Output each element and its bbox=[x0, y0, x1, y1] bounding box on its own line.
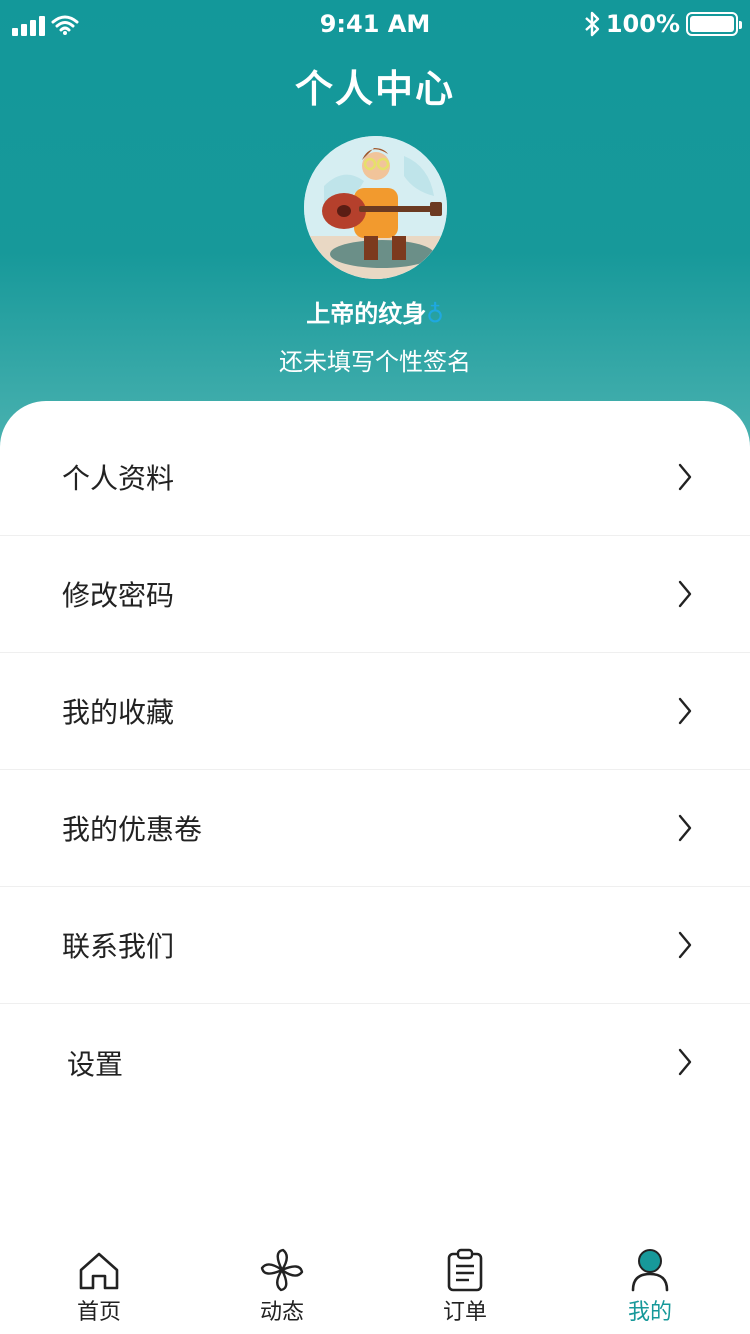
menu-item-coupons[interactable]: 我的优惠卷 bbox=[0, 770, 750, 887]
tab-orders[interactable]: 订单 bbox=[405, 1240, 525, 1326]
battery-percent: 100% bbox=[605, 10, 680, 38]
menu-item-label: 修改密码 bbox=[62, 579, 175, 612]
tab-label: 我的 bbox=[627, 1300, 672, 1325]
chevron-right-icon bbox=[678, 463, 692, 491]
menu-item-favorites[interactable]: 我的收藏 bbox=[0, 653, 750, 770]
menu-item-contact-us[interactable]: 联系我们 bbox=[0, 887, 750, 1004]
chevron-right-icon bbox=[678, 931, 692, 959]
profile-header: 9:41 AM 100% 个人中心 上帝的纹身♁ 还未填写个性签名 bbox=[0, 0, 750, 460]
menu-list: 个人资料 修改密码 我的收藏 我的优惠卷 联系我们 设置 bbox=[0, 419, 750, 1121]
username: 上帝的纹身♁ bbox=[0, 294, 750, 329]
chevron-right-icon bbox=[678, 814, 692, 842]
pinwheel-icon bbox=[260, 1248, 304, 1292]
menu-item-profile[interactable]: 个人资料 bbox=[0, 419, 750, 536]
menu-item-label: 联系我们 bbox=[62, 930, 175, 963]
avatar-illustration bbox=[304, 136, 447, 279]
chevron-right-icon bbox=[678, 1048, 692, 1076]
bluetooth-icon bbox=[585, 11, 600, 37]
page-title: 个人中心 bbox=[294, 67, 455, 111]
home-icon bbox=[79, 1252, 119, 1290]
menu-item-change-password[interactable]: 修改密码 bbox=[0, 536, 750, 653]
menu-item-label: 设置 bbox=[67, 1047, 124, 1081]
tab-label: 订单 bbox=[442, 1300, 487, 1325]
tab-home[interactable]: 首页 bbox=[39, 1240, 159, 1326]
avatar[interactable] bbox=[304, 136, 447, 279]
menu-item-settings[interactable]: 设置 bbox=[0, 1004, 750, 1121]
tab-feed[interactable]: 动态 bbox=[222, 1240, 342, 1326]
user-icon bbox=[631, 1249, 669, 1292]
chevron-right-icon bbox=[678, 580, 692, 608]
menu-item-label: 我的优惠卷 bbox=[62, 813, 203, 846]
chevron-right-icon bbox=[678, 697, 692, 725]
battery-icon bbox=[686, 12, 742, 36]
menu-card: 个人资料 修改密码 我的收藏 我的优惠卷 联系我们 设置 bbox=[0, 401, 750, 1334]
clipboard-icon bbox=[447, 1248, 483, 1292]
menu-item-label: 我的收藏 bbox=[62, 696, 175, 729]
signature[interactable]: 还未填写个性签名 bbox=[0, 342, 750, 377]
tab-label: 动态 bbox=[259, 1300, 304, 1325]
tab-label: 首页 bbox=[76, 1300, 121, 1325]
status-right: 100% bbox=[584, 10, 742, 38]
status-bar: 9:41 AM 100% bbox=[0, 0, 750, 52]
username-text: 上帝的纹身 bbox=[306, 300, 427, 328]
gender-icon: ♁ bbox=[426, 300, 444, 328]
tab-mine[interactable]: 我的 bbox=[590, 1240, 710, 1326]
menu-item-label: 个人资料 bbox=[62, 462, 175, 495]
tab-bar: 首页 动态 订单 我的 bbox=[0, 1240, 750, 1334]
